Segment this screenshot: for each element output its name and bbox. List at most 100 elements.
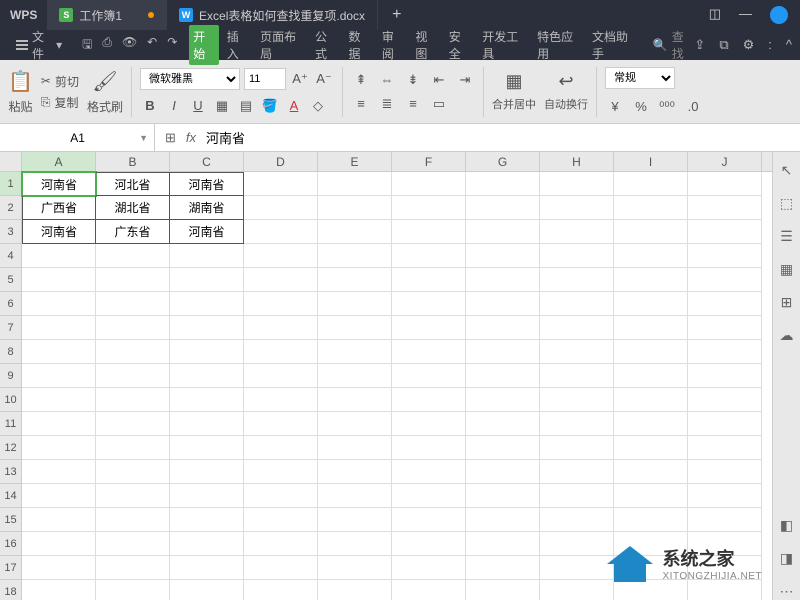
cell-G12[interactable] — [466, 436, 540, 460]
font-name-select[interactable]: 微软雅黑 — [140, 68, 240, 90]
tab-review[interactable]: 审阅 — [378, 25, 407, 65]
copy-button[interactable]: ⎘复制 — [41, 94, 79, 111]
cell-J13[interactable] — [688, 460, 762, 484]
cell-E9[interactable] — [318, 364, 392, 388]
cell-D3[interactable] — [244, 220, 318, 244]
cell-J9[interactable] — [688, 364, 762, 388]
cell-E11[interactable] — [318, 412, 392, 436]
underline-button[interactable]: U — [188, 96, 208, 116]
col-header-A[interactable]: A — [22, 152, 96, 171]
cell-F7[interactable] — [392, 316, 466, 340]
tab-view[interactable]: 视图 — [411, 25, 440, 65]
insert-function-icon[interactable]: ⊞ — [165, 130, 176, 146]
cell-D11[interactable] — [244, 412, 318, 436]
cell-A6[interactable] — [22, 292, 96, 316]
cell-D12[interactable] — [244, 436, 318, 460]
cell-A1[interactable]: 河南省 — [22, 172, 96, 196]
cell-I10[interactable] — [614, 388, 688, 412]
cell-G3[interactable] — [466, 220, 540, 244]
redo-icon[interactable]: ↷ — [167, 35, 177, 56]
cell-D18[interactable] — [244, 580, 318, 600]
cell-B6[interactable] — [96, 292, 170, 316]
cell-G1[interactable] — [466, 172, 540, 196]
cell-B14[interactable] — [96, 484, 170, 508]
cell-G7[interactable] — [466, 316, 540, 340]
font-color-button[interactable]: A — [284, 96, 304, 116]
cell-D17[interactable] — [244, 556, 318, 580]
cell-E1[interactable] — [318, 172, 392, 196]
cell-J10[interactable] — [688, 388, 762, 412]
border-button[interactable]: ▦ — [212, 96, 232, 116]
user-avatar-icon[interactable] — [770, 6, 788, 24]
cell-B4[interactable] — [96, 244, 170, 268]
cell-F15[interactable] — [392, 508, 466, 532]
cell-E17[interactable] — [318, 556, 392, 580]
cell-H1[interactable] — [540, 172, 614, 196]
cell-D6[interactable] — [244, 292, 318, 316]
decrease-decimal-icon[interactable]: .0 — [683, 97, 703, 117]
align-bottom-icon[interactable]: ⇟ — [403, 70, 423, 90]
cell-B17[interactable] — [96, 556, 170, 580]
cell-G4[interactable] — [466, 244, 540, 268]
cell-D10[interactable] — [244, 388, 318, 412]
align-right-icon[interactable]: ≡ — [403, 94, 423, 114]
cell-F6[interactable] — [392, 292, 466, 316]
cell-I5[interactable] — [614, 268, 688, 292]
save-icon[interactable]: 🖫 — [82, 35, 92, 56]
cell-D5[interactable] — [244, 268, 318, 292]
cell-A7[interactable] — [22, 316, 96, 340]
folder-icon[interactable]: ⧉ — [719, 37, 728, 53]
merge-center-button[interactable]: ▦ 合并居中 — [492, 71, 536, 112]
tab-security[interactable]: 安全 — [445, 25, 474, 65]
cell-B5[interactable] — [96, 268, 170, 292]
cell-D14[interactable] — [244, 484, 318, 508]
file-menu-button[interactable]: 文件 ▾ — [8, 24, 70, 66]
cell-A13[interactable] — [22, 460, 96, 484]
settings-icon[interactable]: ⚙ — [743, 37, 755, 53]
cell-J18[interactable] — [688, 580, 762, 600]
row-header-1[interactable]: 1 — [0, 172, 21, 196]
cell-G17[interactable] — [466, 556, 540, 580]
row-header-18[interactable]: 18 — [0, 580, 21, 600]
name-box[interactable] — [20, 127, 135, 149]
cell-G9[interactable] — [466, 364, 540, 388]
tab-formula[interactable]: 公式 — [311, 25, 340, 65]
cell-A9[interactable] — [22, 364, 96, 388]
cell-F12[interactable] — [392, 436, 466, 460]
tab-insert[interactable]: 插入 — [223, 25, 252, 65]
cell-F9[interactable] — [392, 364, 466, 388]
properties-icon[interactable]: ☰ — [780, 228, 793, 245]
cell-H6[interactable] — [540, 292, 614, 316]
cell-I6[interactable] — [614, 292, 688, 316]
cell-G14[interactable] — [466, 484, 540, 508]
cell-G2[interactable] — [466, 196, 540, 220]
cell-C8[interactable] — [170, 340, 244, 364]
row-header-17[interactable]: 17 — [0, 556, 21, 580]
percent-icon[interactable]: % — [631, 97, 651, 117]
cell-F1[interactable] — [392, 172, 466, 196]
row-header-5[interactable]: 5 — [0, 268, 21, 292]
more-icon[interactable]: ⋯ — [780, 583, 794, 600]
cell-J3[interactable] — [688, 220, 762, 244]
new-tab-button[interactable]: + — [378, 6, 415, 24]
cell-F10[interactable] — [392, 388, 466, 412]
align-middle-icon[interactable]: ⇔ — [377, 70, 397, 90]
cell-G5[interactable] — [466, 268, 540, 292]
cell-G11[interactable] — [466, 412, 540, 436]
cell-H11[interactable] — [540, 412, 614, 436]
share-icon[interactable]: ⇪ — [694, 37, 705, 53]
bold-button[interactable]: B — [140, 96, 160, 116]
tab-data[interactable]: 数据 — [344, 25, 373, 65]
cell-H3[interactable] — [540, 220, 614, 244]
col-header-J[interactable]: J — [688, 152, 762, 171]
cell-C1[interactable]: 河南省 — [170, 172, 244, 196]
cell-F3[interactable] — [392, 220, 466, 244]
cell-C18[interactable] — [170, 580, 244, 600]
templates-icon[interactable]: ▦ — [780, 261, 793, 278]
row-header-10[interactable]: 10 — [0, 388, 21, 412]
cell-D8[interactable] — [244, 340, 318, 364]
cell-G10[interactable] — [466, 388, 540, 412]
cell-I4[interactable] — [614, 244, 688, 268]
col-header-E[interactable]: E — [318, 152, 392, 171]
cell-E10[interactable] — [318, 388, 392, 412]
